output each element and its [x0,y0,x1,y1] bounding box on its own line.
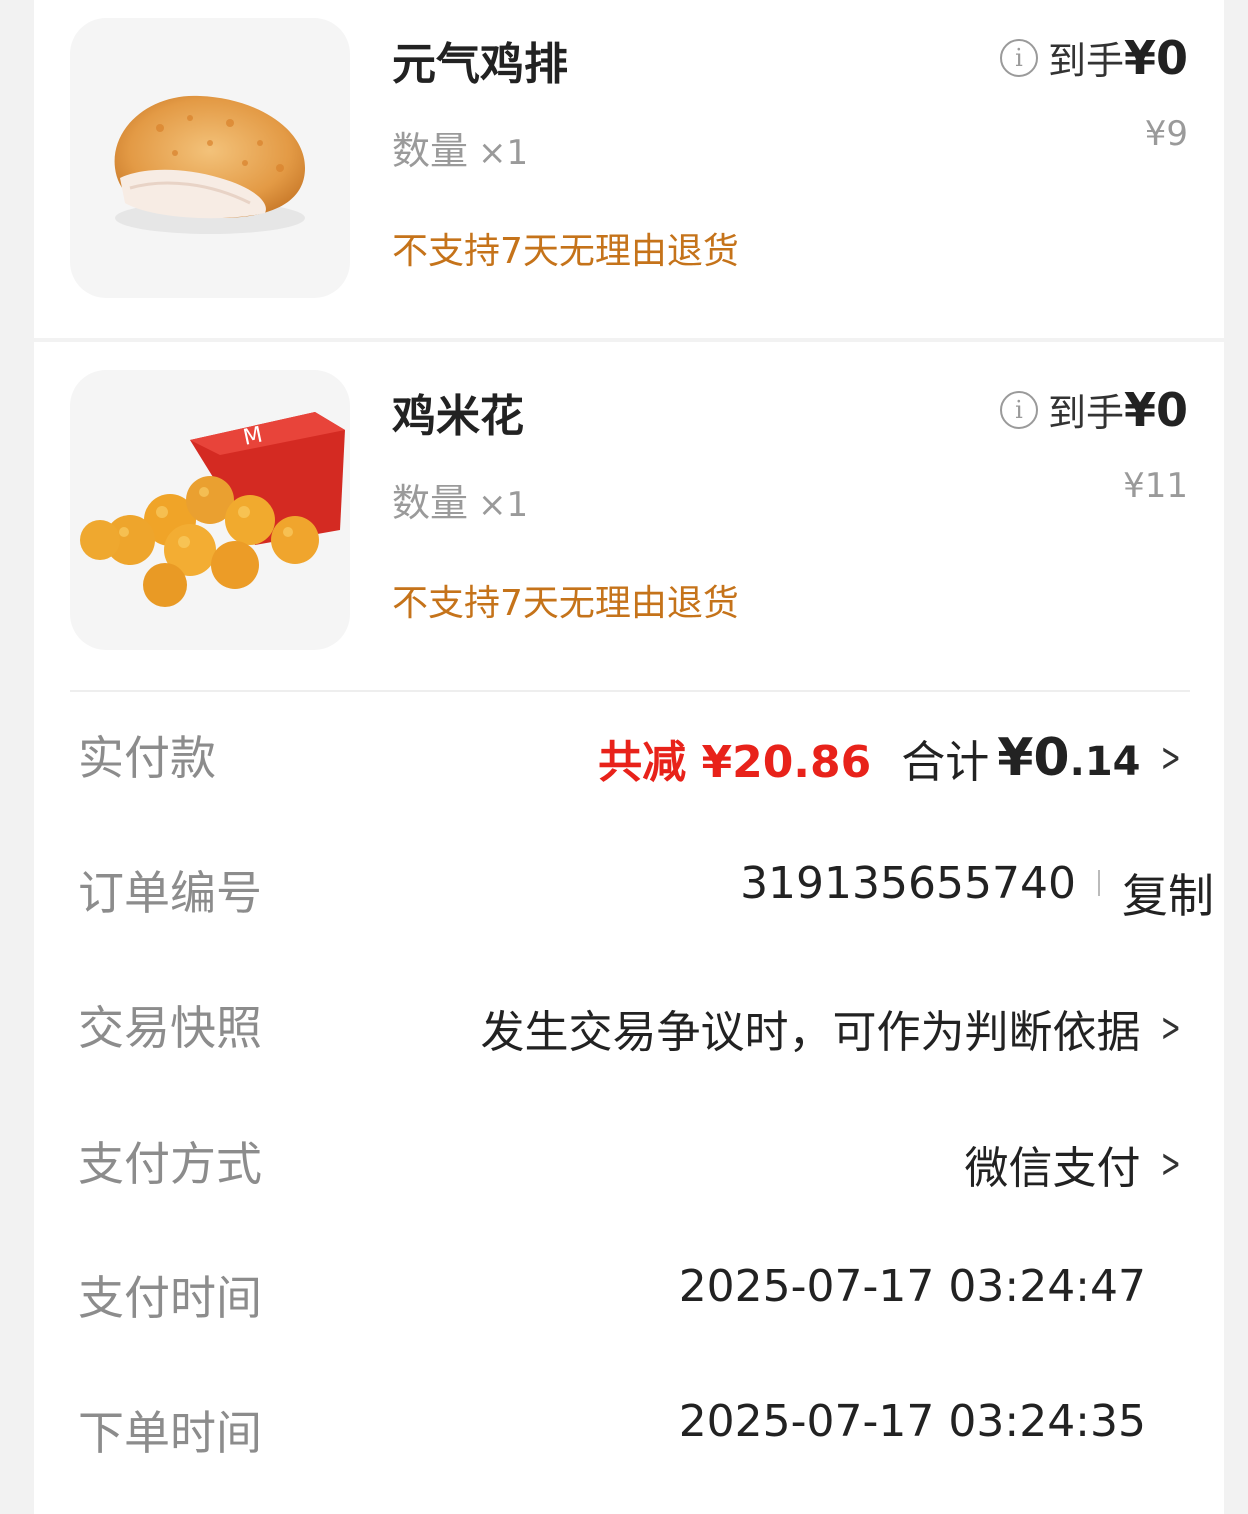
chevron-right-icon[interactable]: > [1161,1141,1181,1187]
total-amount-decimal: .14 [1069,739,1141,785]
net-price-label: 到手 [1047,39,1124,83]
copy-button[interactable]: 复制 [1122,860,1214,926]
payment-method-row[interactable]: 支付方式 微信支付 > [78,1124,1188,1204]
quantity-label: 数量 [392,481,469,525]
snapshot-label: 交易快照 [78,1001,262,1055]
separator [1098,870,1100,896]
net-price-label: 到手 [1047,391,1124,435]
paid-amount-row[interactable]: 实付款 共减 ¥20.86 合计 ¥0.14 > [78,718,1188,798]
payment-method-value[interactable]: 微信支付 > [964,1124,1188,1204]
order-number-value: 319135655740 复制 [740,853,1214,933]
item-quantity: 数量 ×1 [392,120,528,175]
original-price: ¥11 [1123,466,1188,506]
discount-amount: 共减 ¥20.86 [598,737,872,788]
payment-time-text: 2025-07-17 03:24:47 [678,1260,1146,1312]
original-price: ¥9 [1144,114,1188,154]
payment-method-label: 支付方式 [78,1137,262,1191]
total-label: 合计 [901,737,990,788]
divider [70,690,1190,692]
item-quantity: 数量 ×1 [392,472,528,527]
info-icon[interactable]: i [999,390,1038,429]
snapshot-row[interactable]: 交易快照 发生交易争议时，可作为判断依据 > [78,988,1188,1068]
paid-amount-value[interactable]: 共减 ¥20.86 合计 ¥0.14 > [598,718,1188,798]
quantity-label: 数量 [392,129,469,173]
order-summary-card: M 鸡米花 数量 ×1 不支持7天无理由退货 i 到手 ¥0 ¥11 实付款 共… [34,342,1224,1514]
order-item[interactable]: M 鸡米花 数量 ×1 不支持7天无理由退货 i 到手 ¥0 ¥11 [34,370,1224,670]
quantity-value: ×1 [478,133,529,173]
payment-time-row: 支付时间 2025-07-17 03:24:47 [78,1258,1188,1338]
net-price-value: ¥0 [1123,382,1188,437]
item-name: 鸡米花 [392,391,524,442]
quantity-value: ×1 [478,485,529,525]
total-amount-integer: ¥0 [997,728,1070,788]
payment-time-label: 支付时间 [78,1271,262,1325]
order-number: 319135655740 [740,857,1076,909]
order-time-value: 2025-07-17 03:24:35 [679,1393,1188,1473]
order-number-label: 订单编号 [78,866,262,920]
order-item[interactable]: 元气鸡排 数量 ×1 不支持7天无理由退货 i 到手 ¥0 ¥9 [34,18,1224,318]
payment-time-value: 2025-07-17 03:24:47 [679,1258,1188,1338]
popcorn-chicken-image: M [70,370,350,650]
total-amount: ¥0.14 [997,728,1140,788]
payment-method-text: 微信支付 [964,1143,1141,1194]
chevron-right-icon[interactable]: > [1161,1005,1181,1051]
paid-amount-label: 实付款 [78,731,216,785]
order-time-row: 下单时间 2025-07-17 03:24:35 [78,1393,1188,1473]
return-policy-note: 不支持7天无理由退货 [392,231,739,272]
info-icon[interactable]: i [999,38,1038,77]
order-item-card: 元气鸡排 数量 ×1 不支持7天无理由退货 i 到手 ¥0 ¥9 [34,0,1224,338]
order-time-label: 下单时间 [78,1406,262,1460]
net-price[interactable]: i 到手 ¥0 [999,382,1188,437]
snapshot-text: 发生交易争议时，可作为判断依据 [480,1007,1141,1058]
chevron-right-icon[interactable]: > [1161,735,1181,781]
snapshot-value[interactable]: 发生交易争议时，可作为判断依据 > [480,988,1188,1068]
net-price[interactable]: i 到手 ¥0 [999,30,1188,85]
order-time-text: 2025-07-17 03:24:35 [678,1395,1146,1447]
net-price-value: ¥0 [1123,30,1188,85]
order-number-row: 订单编号 319135655740 复制 [78,853,1214,933]
item-name: 元气鸡排 [392,39,568,90]
return-policy-note: 不支持7天无理由退货 [392,583,739,624]
chicken-cutlet-image [70,18,350,298]
